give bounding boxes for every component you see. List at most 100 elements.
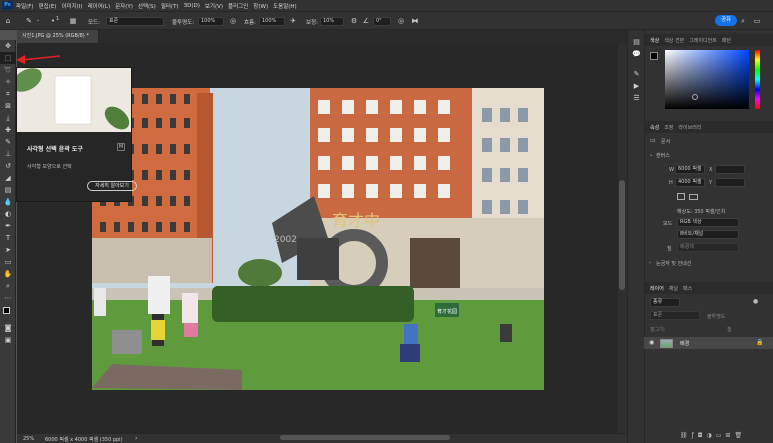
crop-tool-icon[interactable]: ⌗: [0, 88, 16, 100]
quick-mask-icon[interactable]: ◙: [0, 322, 16, 334]
search-icon[interactable]: ⌕: [738, 16, 748, 26]
menu-window[interactable]: 창(W): [253, 2, 268, 10]
chevron-down-icon[interactable]: ⌄: [36, 17, 40, 23]
hand-tool-icon[interactable]: ✋: [0, 268, 16, 280]
color-picker-cursor[interactable]: [692, 94, 698, 100]
opacity-input[interactable]: 100%: [198, 17, 224, 26]
eraser-tool-icon[interactable]: ◢: [0, 172, 16, 184]
canvas-section-chevron-icon[interactable]: ⌄: [649, 152, 653, 158]
x-input[interactable]: [715, 165, 745, 174]
menu-image[interactable]: 이미지(I): [61, 2, 82, 10]
canvas-section-title[interactable]: 캔버스: [656, 152, 670, 159]
delete-layer-icon[interactable]: 🗑: [734, 432, 746, 439]
y-input[interactable]: [715, 178, 745, 187]
color-field[interactable]: [665, 50, 749, 109]
eyedropper-tool-icon[interactable]: ⤓: [0, 112, 16, 124]
symmetry-icon[interactable]: ⧓: [410, 16, 420, 26]
rectangle-tool-icon[interactable]: ▭: [0, 256, 16, 268]
history-brush-tool-icon[interactable]: ↺: [0, 160, 16, 172]
pressure-size-icon[interactable]: ◎: [396, 16, 406, 26]
brush-tool-icon[interactable]: ✎: [0, 136, 16, 148]
tab-swatches[interactable]: 색상 견본: [664, 37, 684, 44]
mode-select[interactable]: 표준: [106, 17, 164, 26]
menu-file[interactable]: 파일(F): [16, 2, 34, 10]
status-chevron-icon[interactable]: ›: [135, 435, 137, 442]
adjustment-layer-icon[interactable]: ◑: [707, 432, 716, 439]
clone-stamp-tool-icon[interactable]: ⊥: [0, 148, 16, 160]
brush-settings-icon[interactable]: ▦: [68, 16, 78, 26]
menu-filter[interactable]: 필터(T): [161, 2, 179, 10]
link-layers-icon[interactable]: ⛓: [680, 432, 692, 439]
brush-panel-icon[interactable]: ✎: [628, 68, 645, 80]
menu-view[interactable]: 보기(V): [205, 2, 223, 10]
history-panel-icon[interactable]: ▤: [628, 36, 645, 48]
bit-depth-select[interactable]: 8비트/채널: [677, 230, 739, 239]
frame-tool-icon[interactable]: ⊠: [0, 100, 16, 112]
tab-color[interactable]: 색상: [650, 37, 659, 44]
comments-panel-icon[interactable]: 💬: [628, 48, 645, 60]
group-icon[interactable]: ▭: [716, 432, 726, 439]
screen-mode-icon[interactable]: ▣: [0, 334, 16, 346]
flow-input[interactable]: 100%: [259, 17, 285, 26]
tab-layers[interactable]: 레이어: [650, 285, 664, 292]
menu-layer[interactable]: 레이어(L): [88, 2, 111, 10]
canvas-photo[interactable]: 育才中 2002 育才花园: [92, 88, 544, 390]
tab-properties[interactable]: 속성: [650, 124, 659, 131]
height-input[interactable]: 4000 픽셀: [675, 178, 705, 187]
path-selection-tool-icon[interactable]: ➤: [0, 244, 16, 256]
menu-select[interactable]: 선택(S): [138, 2, 156, 10]
airbrush-icon[interactable]: ✈: [288, 16, 298, 26]
angle-input[interactable]: 0°: [373, 17, 391, 26]
width-input[interactable]: 6000 픽셀: [675, 165, 705, 174]
healing-brush-tool-icon[interactable]: ✚: [0, 124, 16, 136]
adjust-panel-icon[interactable]: ☰: [628, 92, 645, 104]
zoom-tool-icon[interactable]: ⌕: [0, 280, 16, 292]
visibility-eye-icon[interactable]: ◉: [649, 339, 654, 346]
tab-libraries[interactable]: 라이브러리: [678, 124, 701, 131]
tab-gradients[interactable]: 그레이디언트: [689, 37, 717, 44]
tab-adjustments[interactable]: 조정: [664, 124, 673, 131]
tab-paths[interactable]: 패스: [683, 285, 692, 292]
filter-toggle-icon[interactable]: ●: [753, 298, 758, 305]
blur-tool-icon[interactable]: 💧: [0, 196, 16, 208]
blend-mode-select[interactable]: 표준: [650, 311, 700, 320]
menu-help[interactable]: 도움말(H): [273, 2, 297, 10]
type-tool-icon[interactable]: T: [0, 232, 16, 244]
smoothing-input[interactable]: 10%: [320, 17, 344, 26]
brush-preset-icon[interactable]: ✎: [24, 16, 34, 26]
landscape-orientation-icon[interactable]: [689, 194, 698, 200]
color-swatches[interactable]: [0, 304, 16, 322]
tab-patterns[interactable]: 패턴: [722, 37, 731, 44]
rulers-section-title[interactable]: 눈금자 및 안내선: [656, 260, 691, 267]
hue-slider[interactable]: [755, 50, 760, 109]
foreground-color-swatch[interactable]: [3, 307, 10, 314]
actions-panel-icon[interactable]: ▶: [628, 80, 645, 92]
layer-filter-kind-select[interactable]: 종류: [650, 298, 680, 307]
panel-foreground-swatch[interactable]: [650, 52, 658, 60]
menu-3d[interactable]: 3D(D): [184, 3, 200, 9]
rulers-section-chevron-icon[interactable]: ›: [649, 260, 651, 266]
horizontal-scrollbar-thumb[interactable]: [280, 435, 450, 440]
smoothing-gear-icon[interactable]: ⚙: [349, 16, 359, 26]
tab-document[interactable]: 사진1.JPG @ 25% (RGB/8) *: [17, 30, 99, 43]
learn-more-button[interactable]: 자세히 알아보기: [87, 181, 137, 191]
portrait-orientation-icon[interactable]: [677, 193, 685, 200]
pen-tool-icon[interactable]: ✒: [0, 220, 16, 232]
gradient-tool-icon[interactable]: ▤: [0, 184, 16, 196]
menu-plugins[interactable]: 플러그인: [228, 2, 248, 10]
tab-channels[interactable]: 채널: [669, 285, 678, 292]
share-button[interactable]: 공유: [715, 15, 737, 26]
zoom-level[interactable]: 25%: [23, 436, 34, 442]
vertical-scrollbar-thumb[interactable]: [619, 180, 625, 290]
layer-lock-icon[interactable]: 🔒: [756, 339, 763, 346]
fill-select[interactable]: 배경색: [677, 243, 739, 252]
menu-type[interactable]: 문자(Y): [115, 2, 133, 10]
more-tools-icon[interactable]: ⋯: [0, 292, 16, 304]
dodge-tool-icon[interactable]: ◐: [0, 208, 16, 220]
workspace-icon[interactable]: ▭: [752, 16, 762, 26]
quick-selection-tool-icon[interactable]: ✧: [0, 76, 16, 88]
menu-edit[interactable]: 편집(E): [39, 2, 57, 10]
pressure-opacity-icon[interactable]: ◎: [228, 16, 238, 26]
home-icon[interactable]: ⌂: [3, 16, 13, 26]
color-mode-select[interactable]: RGB 색상: [677, 218, 739, 227]
